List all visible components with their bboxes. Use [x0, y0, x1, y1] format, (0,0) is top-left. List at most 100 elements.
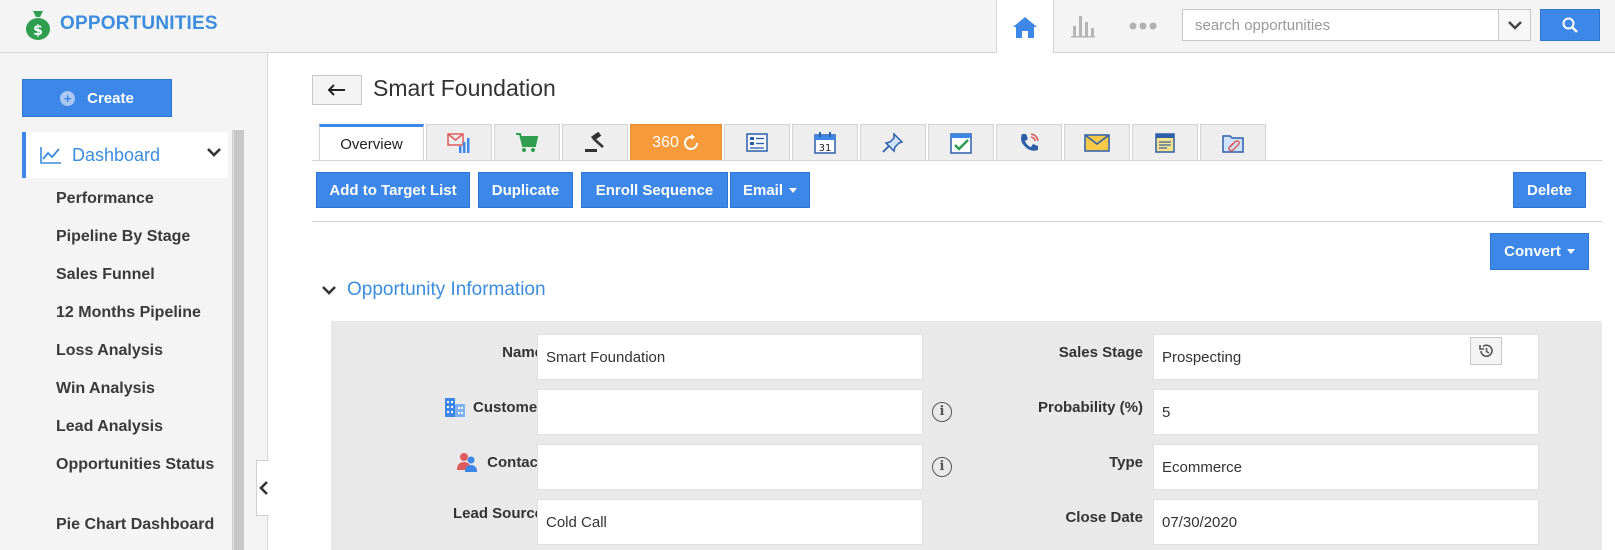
email-dropdown-button[interactable]: Email	[730, 172, 810, 208]
convert-button-label: Convert	[1504, 243, 1561, 260]
type-field[interactable]: Ecommerce	[1153, 444, 1539, 490]
tab-email-report[interactable]	[426, 124, 492, 161]
duplicate-button[interactable]: Duplicate	[478, 172, 573, 208]
reports-button[interactable]	[1068, 10, 1098, 40]
section-title: Opportunity Information	[347, 279, 546, 300]
tab-calls[interactable]	[996, 124, 1062, 161]
tabs-divider	[312, 160, 1602, 161]
sidebar-item-win-analysis[interactable]: Win Analysis	[56, 379, 226, 417]
home-button[interactable]	[996, 0, 1054, 53]
sidebar-item-opportunities-status[interactable]: Opportunities Status	[56, 455, 226, 515]
chevron-down-icon[interactable]	[206, 146, 222, 158]
chevron-down-icon	[322, 286, 336, 295]
sidebar-item-dashboard[interactable]: Dashboard	[22, 132, 228, 178]
stage-history-button[interactable]	[1470, 337, 1502, 365]
customer-field[interactable]	[537, 389, 923, 435]
sidebar-item-sales-funnel[interactable]: Sales Funnel	[56, 265, 226, 303]
contact-info-icon[interactable]: i	[932, 457, 952, 477]
notes-icon	[1155, 132, 1175, 153]
name-field[interactable]: Smart Foundation	[537, 334, 923, 380]
tab-attachments[interactable]	[1200, 124, 1266, 161]
type-label: Type	[1109, 454, 1143, 471]
tab-emails[interactable]	[1064, 124, 1130, 161]
caret-down-icon	[789, 187, 798, 193]
search-dropdown[interactable]	[1498, 10, 1530, 40]
section-toggle-opportunity-information[interactable]: Opportunity Information	[321, 279, 546, 301]
sales-stage-label: Sales Stage	[1058, 344, 1143, 361]
email-report-icon	[447, 132, 470, 153]
tab-360-view[interactable]: 360	[630, 124, 722, 161]
customer-label-wrap: Customer	[423, 396, 543, 418]
sidebar-scrollbar[interactable]	[232, 130, 244, 550]
attachment-icon	[1222, 134, 1244, 153]
lead-source-label: Lead Source	[452, 505, 543, 522]
record-title: Smart Foundation	[373, 75, 556, 101]
more-dots-icon	[1129, 22, 1157, 30]
svg-text:$: $	[33, 23, 43, 39]
contact-field[interactable]	[537, 444, 923, 490]
calendar-icon: 31	[814, 131, 836, 154]
tab-events[interactable]: 31	[792, 124, 858, 161]
task-icon	[950, 132, 972, 154]
tab-tasks[interactable]	[928, 124, 994, 161]
actions-divider	[312, 221, 1602, 222]
app-title: OPPORTUNITIES	[60, 13, 218, 34]
top-bar: $ OPPORTUNITIES	[0, 0, 1615, 53]
email-button-label: Email	[742, 181, 784, 199]
tab-360-label: 360	[652, 133, 679, 151]
sidebar-item-loss-analysis[interactable]: Loss Analysis	[56, 341, 226, 379]
probability-field[interactable]: 5	[1153, 389, 1539, 435]
line-chart-icon	[40, 147, 61, 164]
call-icon	[1021, 132, 1039, 151]
sidebar-item-pipeline-by-stage[interactable]: Pipeline By Stage	[56, 227, 226, 265]
more-button[interactable]	[1128, 14, 1158, 38]
dashboard-submenu: Performance Pipeline By Stage Sales Funn…	[56, 189, 226, 550]
cart-icon	[516, 132, 539, 152]
plus-circle-icon: +	[60, 90, 76, 106]
document-icon	[746, 132, 768, 152]
tab-documents[interactable]	[724, 124, 790, 161]
enroll-sequence-button[interactable]: Enroll Sequence	[581, 172, 728, 208]
customer-label: Customer	[472, 398, 543, 416]
lead-source-field[interactable]: Cold Call	[537, 499, 923, 545]
brand[interactable]: $ OPPORTUNITIES	[24, 8, 218, 40]
search-icon	[1562, 17, 1578, 33]
add-to-target-list-button[interactable]: Add to Target List	[316, 172, 470, 208]
sidebar-item-performance[interactable]: Performance	[56, 189, 226, 227]
close-date-field[interactable]: 07/30/2020	[1153, 499, 1539, 545]
sidebar-item-pie-chart-dashboard[interactable]: Pie Chart Dashboard	[56, 515, 226, 550]
history-icon	[1479, 344, 1493, 357]
collapse-sidebar-button[interactable]	[256, 460, 270, 516]
tab-products[interactable]	[494, 124, 560, 161]
calendar-day: 31	[819, 143, 832, 154]
search-box	[1182, 9, 1531, 41]
sidebar-item-lead-analysis[interactable]: Lead Analysis	[56, 417, 226, 455]
scrollbar-thumb[interactable]	[234, 130, 244, 550]
search-button[interactable]	[1540, 9, 1600, 41]
convert-dropdown-button[interactable]: Convert	[1490, 233, 1589, 270]
record-tabs: Overview 360 31	[319, 124, 1268, 161]
home-icon	[1013, 16, 1037, 38]
tab-overview[interactable]: Overview	[319, 124, 424, 161]
search-input[interactable]	[1183, 10, 1498, 40]
tab-notes[interactable]	[1132, 124, 1198, 161]
back-button[interactable]	[312, 75, 362, 105]
gavel-icon	[585, 131, 604, 152]
main-content: Smart Foundation Overview 360 31 Add to …	[269, 53, 1615, 550]
sidebar-item-12-months-pipeline[interactable]: 12 Months Pipeline	[56, 303, 226, 341]
customer-info-icon[interactable]: i	[932, 402, 952, 422]
tab-bids[interactable]	[562, 124, 628, 161]
mail-icon	[1084, 133, 1110, 152]
contact-label: Contact	[487, 453, 543, 471]
name-label: Name	[502, 344, 543, 361]
chevron-down-icon	[1507, 21, 1522, 30]
delete-button[interactable]: Delete	[1513, 172, 1586, 208]
arrow-left-icon	[328, 84, 345, 96]
close-date-label: Close Date	[1065, 509, 1143, 526]
create-button-label: Create	[87, 89, 134, 107]
contacts-icon	[457, 453, 478, 472]
sidebar: + Create Dashboard Performance Pipeline …	[0, 53, 268, 550]
building-icon	[444, 398, 465, 417]
create-button[interactable]: + Create	[22, 79, 172, 117]
tab-pins[interactable]	[860, 124, 926, 161]
